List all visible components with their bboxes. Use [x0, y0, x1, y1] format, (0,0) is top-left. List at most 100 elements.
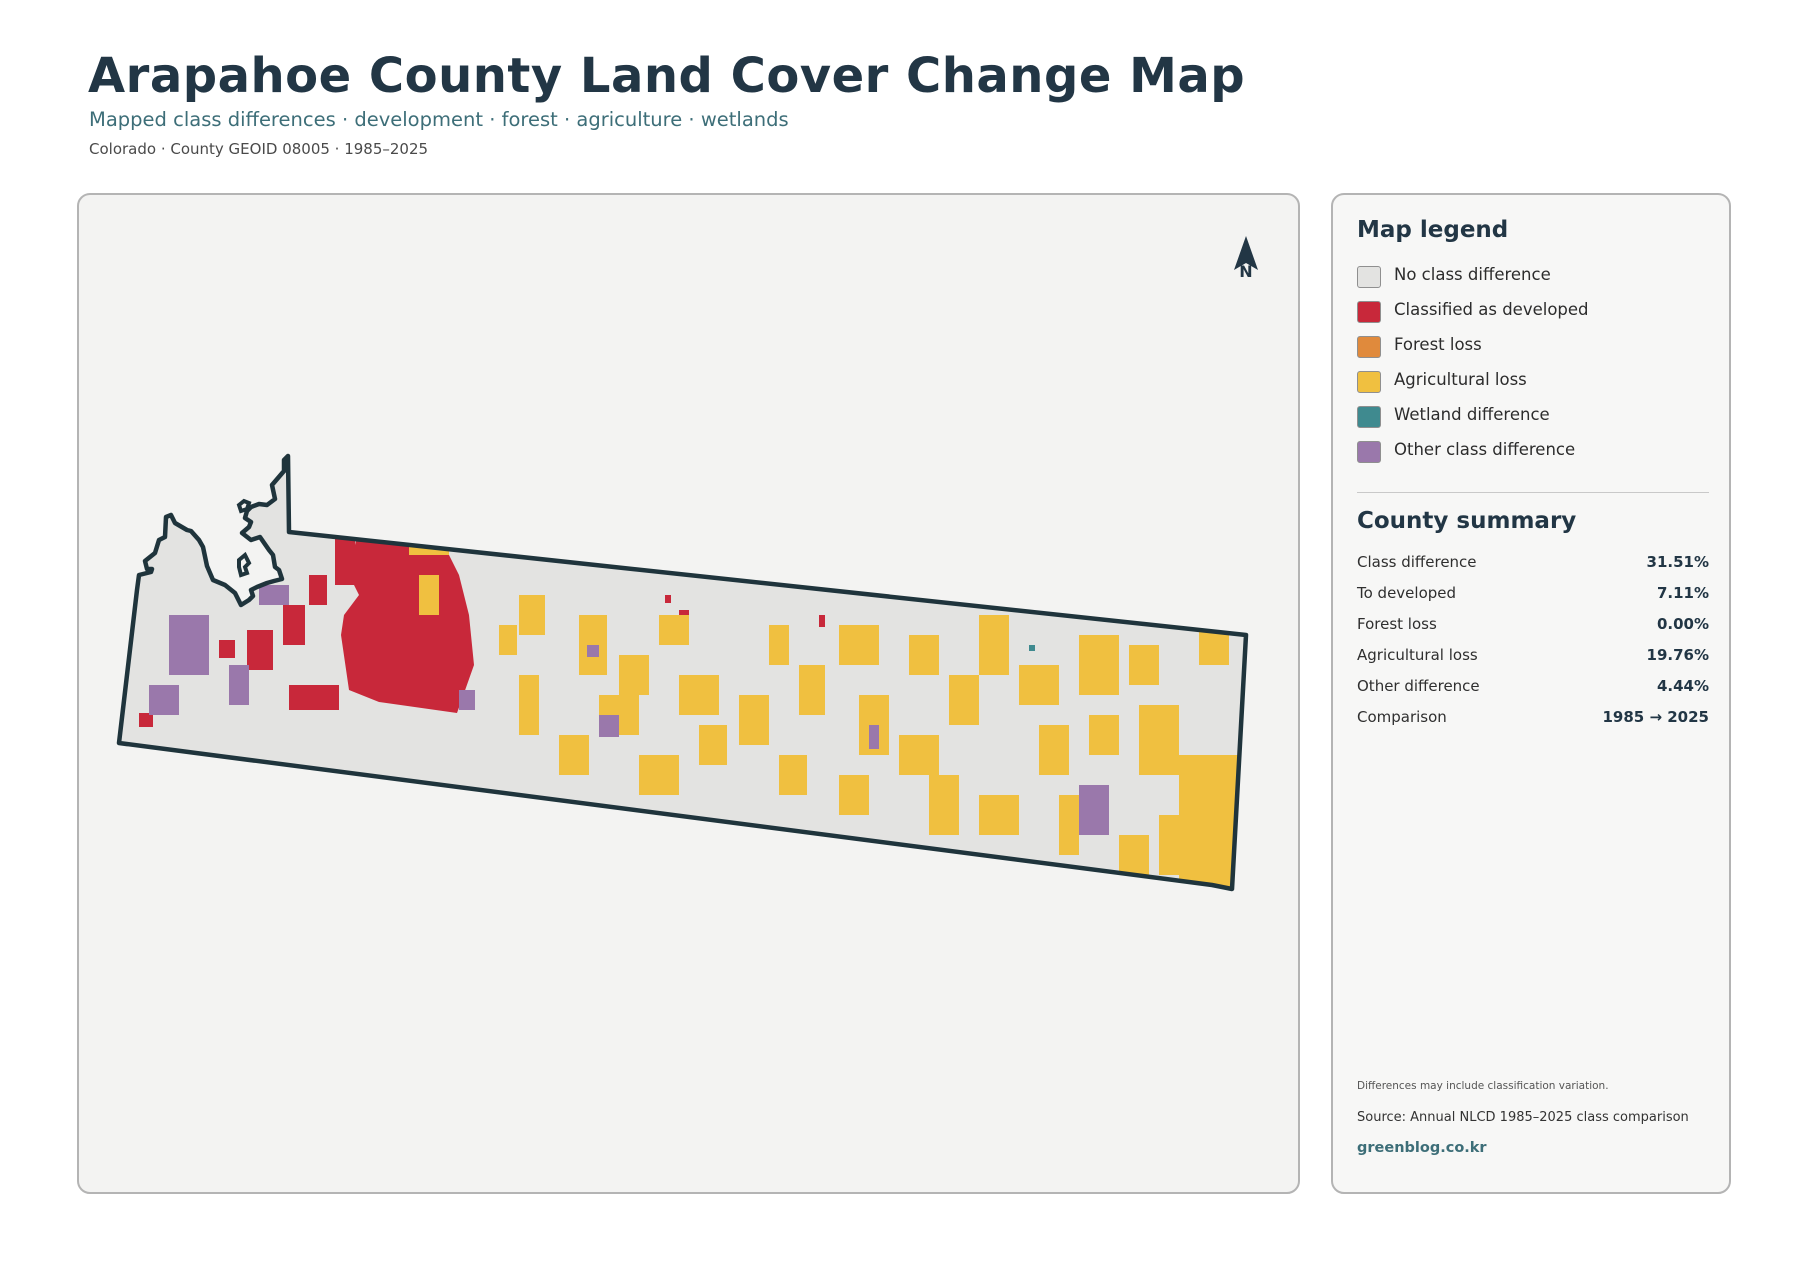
other-difference-area [259, 585, 289, 605]
summary-row: Other difference 4.44% [1357, 677, 1709, 699]
page-meta: Colorado · County GEOID 08005 · 1985–202… [89, 140, 429, 158]
legend-swatch [1357, 336, 1381, 358]
other-difference-area [169, 615, 209, 675]
developed-area [819, 615, 825, 627]
legend-swatch [1357, 441, 1381, 463]
agricultural-loss-area [499, 625, 517, 655]
agricultural-loss-area [739, 695, 769, 745]
county-map[interactable] [79, 195, 1300, 1194]
enclave-boundary [237, 551, 252, 578]
agricultural-loss-area [769, 625, 789, 665]
agricultural-loss-area [909, 635, 939, 675]
agricultural-loss-area [619, 655, 649, 695]
other-difference-area [599, 715, 619, 737]
summary-value: 4.44% [1656, 677, 1709, 695]
legend-item: No class difference [1357, 265, 1717, 291]
developed-area [309, 575, 327, 605]
agricultural-loss-area [639, 755, 679, 795]
legend-label: Agricultural loss [1394, 370, 1527, 389]
wetland-difference-area [1029, 645, 1035, 651]
other-difference-area [1079, 785, 1109, 835]
map-panel[interactable] [77, 193, 1300, 1194]
legend-item: Wetland difference [1357, 405, 1717, 431]
agricultural-loss-area [699, 725, 727, 765]
developed-area [139, 713, 153, 727]
developed-area [335, 525, 355, 585]
north-label: N [1239, 262, 1253, 281]
developed-area [247, 630, 273, 670]
agricultural-loss-area [799, 665, 825, 715]
page-subtitle: Mapped class differences · development ·… [89, 108, 789, 131]
summary-value: 1985 → 2025 [1602, 708, 1709, 726]
agricultural-loss-area [1139, 705, 1179, 775]
developed-area [665, 595, 671, 603]
agricultural-loss-area [659, 615, 689, 645]
summary-label: To developed [1357, 584, 1457, 602]
legend-label: Other class difference [1394, 440, 1576, 459]
other-difference-area [587, 645, 599, 657]
agricultural-loss-area [679, 675, 719, 715]
summary-label: Comparison [1357, 708, 1447, 726]
legend-label: Wetland difference [1394, 405, 1550, 424]
summary-label: Agricultural loss [1357, 646, 1478, 664]
side-panel: Map legend No class difference Classifie… [1331, 193, 1731, 1194]
legend-swatch [1357, 406, 1381, 428]
summary-value: 19.76% [1646, 646, 1709, 664]
summary-value: 31.51% [1646, 553, 1709, 571]
legend-swatch [1357, 371, 1381, 393]
agricultural-loss-area [979, 795, 1019, 835]
agricultural-loss-area [1119, 835, 1149, 875]
summary-value: 7.11% [1656, 584, 1709, 602]
agricultural-loss-area [1089, 715, 1119, 755]
summary-row: Forest loss 0.00% [1357, 615, 1709, 637]
agricultural-loss-area [419, 575, 439, 615]
agricultural-loss-area [519, 595, 545, 635]
developed-area [219, 640, 235, 658]
page-title: Arapahoe County Land Cover Change Map [88, 48, 1246, 104]
agricultural-loss-area [839, 625, 879, 665]
summary-label: Class difference [1357, 553, 1477, 571]
summary-row: Comparison 1985 → 2025 [1357, 708, 1709, 730]
summary-row: To developed 7.11% [1357, 584, 1709, 606]
source-text: Source: Annual NLCD 1985–2025 class comp… [1357, 1110, 1689, 1125]
agricultural-loss-area [1059, 795, 1079, 855]
agricultural-loss-area [839, 775, 869, 815]
summary-row: Class difference 31.51% [1357, 553, 1709, 575]
enclave-boundary [236, 498, 252, 514]
legend-title: Map legend [1357, 217, 1509, 243]
legend-label: No class difference [1394, 265, 1551, 284]
legend-label: Classified as developed [1394, 300, 1589, 319]
panel-divider [1357, 492, 1709, 493]
other-difference-area [459, 690, 475, 710]
summary-label: Other difference [1357, 677, 1480, 695]
land-cover-layer [119, 456, 1246, 889]
legend-item: Forest loss [1357, 335, 1717, 361]
legend-label: Forest loss [1394, 335, 1482, 354]
agricultural-loss-area [979, 615, 1009, 675]
summary-title: County summary [1357, 508, 1577, 534]
summary-value: 0.00% [1656, 615, 1709, 633]
agricultural-loss-area [1129, 645, 1159, 685]
site-credit[interactable]: greenblog.co.kr [1357, 1140, 1487, 1156]
legend-swatch [1357, 266, 1381, 288]
developed-area [283, 605, 305, 645]
developed-area [289, 685, 339, 710]
agricultural-loss-area [1039, 725, 1069, 775]
legend-item: Other class difference [1357, 440, 1717, 466]
legend-item: Classified as developed [1357, 300, 1717, 326]
summary-label: Forest loss [1357, 615, 1437, 633]
agricultural-loss-area [1159, 815, 1189, 875]
agricultural-loss-area [899, 735, 939, 775]
legend-swatch [1357, 301, 1381, 323]
agricultural-loss-area [519, 675, 539, 735]
agricultural-loss-area [1019, 665, 1059, 705]
other-difference-area [149, 685, 179, 715]
agricultural-loss-area [779, 755, 807, 795]
agricultural-loss-area [929, 775, 959, 835]
footnote: Differences may include classification v… [1357, 1080, 1609, 1092]
other-difference-area [229, 665, 249, 705]
agricultural-loss-area [559, 735, 589, 775]
agricultural-loss-area [1079, 635, 1119, 695]
summary-row: Agricultural loss 19.76% [1357, 646, 1709, 668]
other-difference-area [869, 725, 879, 749]
